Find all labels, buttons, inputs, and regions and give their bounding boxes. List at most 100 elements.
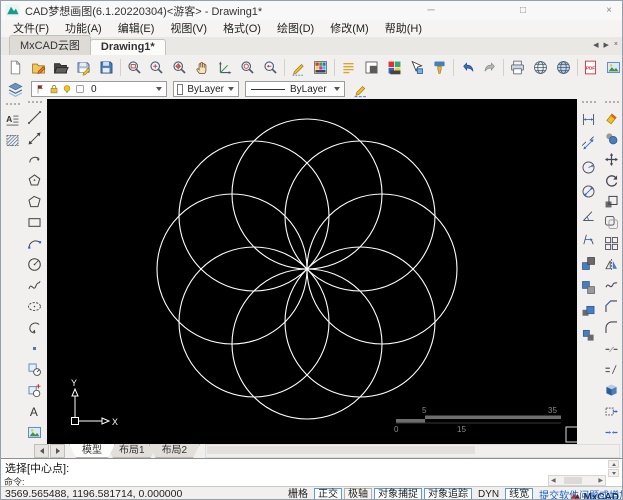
- move-button[interactable]: [601, 149, 622, 170]
- text-button[interactable]: A: [24, 401, 45, 422]
- layers-manager-button[interactable]: [3, 78, 28, 101]
- maximize-button[interactable]: □: [512, 2, 534, 18]
- arc-continue-button[interactable]: [24, 317, 45, 338]
- scale-button[interactable]: [601, 191, 622, 212]
- undo-button[interactable]: [456, 56, 479, 79]
- color-palette-button[interactable]: [310, 56, 333, 79]
- close-button[interactable]: ×: [598, 2, 620, 18]
- toggle-极轴[interactable]: 极轴: [344, 487, 372, 499]
- toggle-栅格[interactable]: 栅格: [284, 488, 312, 500]
- zoom-window-button[interactable]: [123, 56, 146, 79]
- menu-item-3[interactable]: 视图(V): [162, 21, 215, 37]
- scroll-down-button[interactable]: [608, 469, 619, 477]
- block-insert-button[interactable]: [24, 359, 45, 380]
- dim-style-button[interactable]: [578, 251, 599, 275]
- toggle-DYN[interactable]: DYN: [474, 488, 503, 500]
- tab-close-icon[interactable]: ×: [614, 41, 618, 49]
- linetype-edit-button[interactable]: [348, 78, 373, 101]
- spline-button[interactable]: [24, 275, 45, 296]
- layer-box-button[interactable]: [360, 56, 383, 79]
- scrollbar-thumb[interactable]: [563, 477, 582, 484]
- tab-scroll-left-icon[interactable]: ◀: [593, 41, 598, 49]
- linetype-combo[interactable]: ByLayer: [245, 81, 345, 97]
- open-drawing-button[interactable]: [27, 56, 50, 79]
- dim-edit-button[interactable]: [578, 275, 599, 299]
- break-point-button[interactable]: [601, 359, 622, 380]
- dim-diameter-button[interactable]: [578, 179, 599, 203]
- hatch-button[interactable]: [2, 130, 23, 151]
- pan-button[interactable]: [191, 56, 214, 79]
- layout-scroll-right-button[interactable]: [50, 444, 65, 458]
- dim-angular-button[interactable]: [578, 203, 599, 227]
- menu-item-5[interactable]: 绘图(D): [269, 21, 322, 37]
- layout-tab-0[interactable]: 模型: [69, 444, 115, 458]
- explode-button[interactable]: [601, 380, 622, 401]
- web-publish-button[interactable]: [529, 56, 552, 79]
- layer-combo[interactable]: 0: [31, 81, 167, 97]
- save-as-button[interactable]: [95, 56, 118, 79]
- arrow-left-icon[interactable]: ◀: [549, 477, 558, 484]
- rectangle-button[interactable]: [24, 212, 45, 233]
- mirror-button[interactable]: [601, 254, 622, 275]
- array-button[interactable]: [601, 233, 622, 254]
- trim-button[interactable]: [601, 422, 622, 443]
- text-lines-button[interactable]: [337, 56, 360, 79]
- drawing-canvas[interactable]: Y X 5 35 0 15: [47, 99, 593, 444]
- menu-item-6[interactable]: 修改(M): [322, 21, 377, 37]
- block-create-button[interactable]: [24, 380, 45, 401]
- redo-button[interactable]: [479, 56, 502, 79]
- chevron-down-icon[interactable]: [228, 87, 234, 91]
- rotate-button[interactable]: [601, 170, 622, 191]
- offset-button[interactable]: [601, 212, 622, 233]
- chamfer-button[interactable]: [601, 296, 622, 317]
- toolbar-grip[interactable]: [5, 103, 20, 108]
- draw-pencil-button[interactable]: [287, 56, 310, 79]
- menu-item-7[interactable]: 帮助(H): [377, 21, 430, 37]
- color-combo[interactable]: ByLayer: [173, 81, 239, 97]
- new-file-button[interactable]: [4, 56, 27, 79]
- toggle-对象捕捉[interactable]: 对象捕捉: [374, 487, 422, 499]
- zoom-in-button[interactable]: [145, 56, 168, 79]
- web-preview-button[interactable]: [552, 56, 575, 79]
- layout-scroll-left-button[interactable]: [34, 444, 49, 458]
- polygon-button[interactable]: [24, 170, 45, 191]
- zoom-scale-button[interactable]: [236, 56, 259, 79]
- dim-aligned-button[interactable]: [578, 131, 599, 155]
- dim-radius-button[interactable]: [578, 155, 599, 179]
- minimize-button[interactable]: ─: [420, 2, 442, 18]
- arc-button[interactable]: [24, 149, 45, 170]
- select-cursor-button[interactable]: [405, 56, 428, 79]
- edit-spline-button[interactable]: [601, 275, 622, 296]
- layout-tab-2[interactable]: 布局2: [149, 444, 201, 458]
- text-style-button[interactable]: A: [2, 109, 23, 130]
- dim-override-button[interactable]: [578, 323, 599, 347]
- toolbar-grip[interactable]: [27, 101, 42, 106]
- scroll-up-button[interactable]: [608, 460, 619, 468]
- toggle-对象追踪[interactable]: 对象追踪: [424, 487, 472, 499]
- scrollbar-thumb[interactable]: [207, 446, 476, 454]
- line-button[interactable]: [24, 107, 45, 128]
- save-button[interactable]: [72, 56, 95, 79]
- construction-line-button[interactable]: [24, 128, 45, 149]
- ellipse-button[interactable]: [24, 296, 45, 317]
- toolbar-grip[interactable]: [581, 101, 596, 106]
- dim-linear-button[interactable]: [578, 107, 599, 131]
- chevron-down-icon[interactable]: [334, 87, 340, 91]
- command-history-scrollbar[interactable]: [608, 460, 619, 477]
- toggle-正交[interactable]: 正交: [314, 487, 342, 499]
- document-tab-1[interactable]: Drawing1*: [89, 39, 166, 55]
- command-horizontal-scrollbar[interactable]: ◀ ▶: [548, 475, 606, 486]
- arc-start-end-button[interactable]: [24, 233, 45, 254]
- print-button[interactable]: [506, 56, 529, 79]
- arrow-right-icon[interactable]: ▶: [596, 477, 605, 484]
- canvas-horizontal-scrollbar[interactable]: [205, 444, 620, 458]
- zoom-previous-button[interactable]: [259, 56, 282, 79]
- format-brush-button[interactable]: [428, 56, 451, 79]
- dim-update-button[interactable]: [578, 299, 599, 323]
- command-window[interactable]: 选择[中心点]: 命令: ◀ ▶: [1, 458, 622, 487]
- image-insert-button[interactable]: [24, 422, 45, 443]
- chevron-down-icon[interactable]: [156, 87, 162, 91]
- ucs-axes-button[interactable]: [214, 56, 237, 79]
- menu-item-2[interactable]: 编辑(E): [110, 21, 163, 37]
- tab-scroll-right-icon[interactable]: ▶: [604, 41, 609, 49]
